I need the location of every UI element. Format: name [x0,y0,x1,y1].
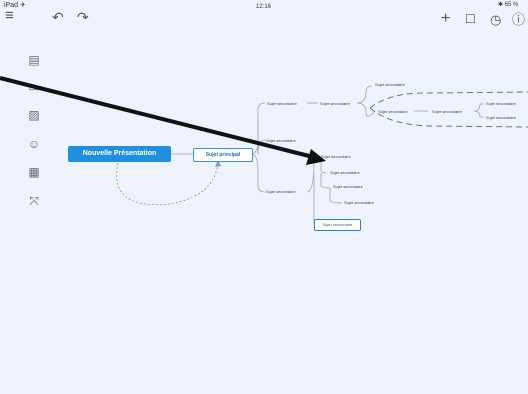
subtopic[interactable]: Sujet secondaire [344,200,374,205]
branch-topic[interactable]: Sujet secondaire [266,189,296,194]
main-topic[interactable]: Sujet principal [193,148,253,162]
subtopic[interactable]: Sujet secondaire [486,101,516,106]
subtopic[interactable]: Sujet secondaire [375,82,405,87]
selected-topic[interactable]: Sujet secondaire [314,219,361,231]
subtopic[interactable]: Sujet secondaire [432,109,462,114]
subtopic[interactable]: Sujet secondaire [333,184,363,189]
subtopic[interactable]: Sujet secondaire [486,115,516,120]
subtopic[interactable]: Sujet secondaire [378,109,408,114]
branch-topic[interactable]: Sujet secondaire [266,138,296,143]
root-topic[interactable]: Nouvelle Présentation [68,146,171,162]
subtopic[interactable]: Sujet secondaire [330,170,360,175]
branch-topic[interactable]: Sujet secondaire [267,101,297,106]
mindmap-canvas [0,76,528,224]
subtopic[interactable]: Sujet secondaire [320,101,350,106]
subtopic[interactable]: Sujet secondaire [321,154,351,159]
